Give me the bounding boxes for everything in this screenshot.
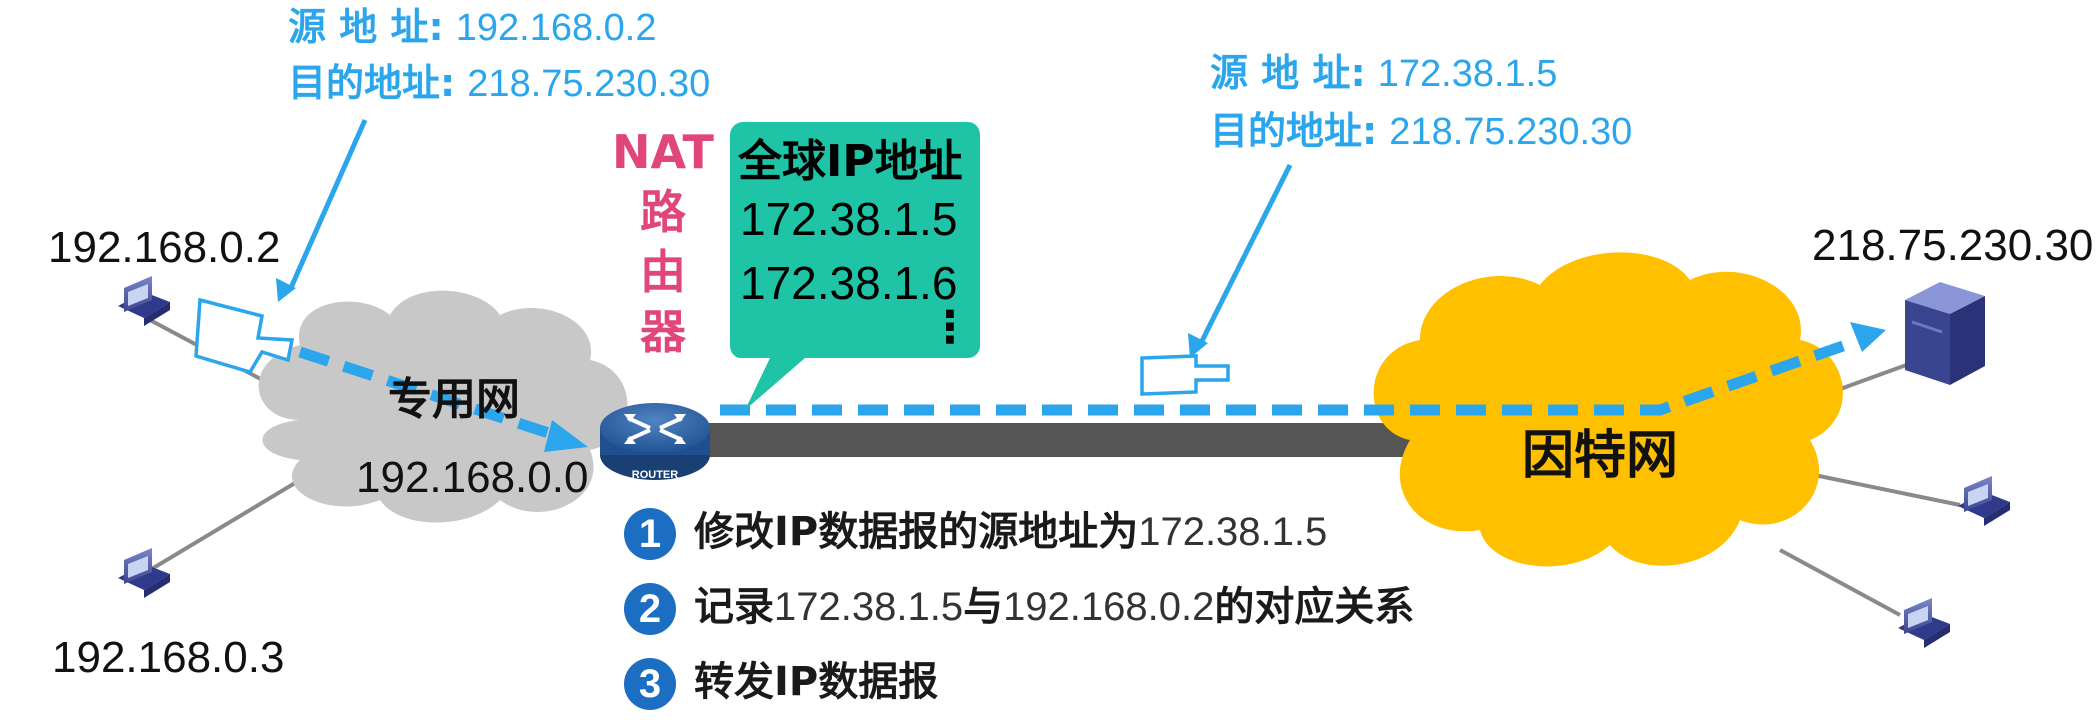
step-2-value-1: 172.38.1.5 bbox=[774, 585, 964, 629]
link-host-d bbox=[1779, 548, 1901, 617]
nat-label-line-1: NAT bbox=[612, 125, 714, 179]
packet-left-dst-row: 目的地址: 218.75.230.30 bbox=[288, 64, 710, 103]
packet-right-src-label: 源 地 址: bbox=[1210, 51, 1366, 95]
step-1-value: 172.38.1.5 bbox=[1138, 510, 1328, 554]
step-2-text-pre: 记录 bbox=[694, 584, 774, 630]
step-2-badge: 2 bbox=[624, 583, 676, 635]
nat-label-line-4: 器 bbox=[639, 305, 686, 359]
host-b-address: 192.168.0.3 bbox=[52, 633, 285, 682]
callout-arrow-left bbox=[287, 118, 368, 292]
step-3-text: 转发IP数据报 bbox=[694, 659, 939, 705]
packet-right-src-value: 172.38.1.5 bbox=[1377, 53, 1558, 95]
packet-path-public-arrowhead bbox=[1850, 322, 1886, 352]
packet-left-dst-value: 218.75.230.30 bbox=[467, 63, 711, 105]
private-network-name: 专用网 bbox=[388, 374, 520, 425]
packet-icon-right bbox=[1140, 354, 1230, 396]
host-a-address: 192.168.0.2 bbox=[48, 223, 281, 272]
server-address: 218.75.230.30 bbox=[1812, 221, 2094, 270]
packet-right-dst-row: 目的地址: 218.75.230.30 bbox=[1210, 112, 1632, 151]
step-3: 3 转发IP数据报 bbox=[624, 658, 938, 710]
pc-icon-host-b bbox=[118, 548, 170, 598]
nat-router-label: NAT 路 由 器 bbox=[612, 122, 714, 362]
packet-left-src-label: 源 地 址: bbox=[288, 5, 444, 49]
step-3-badge: 3 bbox=[624, 658, 676, 710]
step-1-text: 修改IP数据报的源地址为 bbox=[694, 509, 1139, 555]
step-1-badge: 1 bbox=[624, 508, 676, 560]
pc-icon-host-d bbox=[1898, 598, 1950, 648]
nat-label-line-2: 路 bbox=[639, 185, 686, 239]
step-2-text-mid: 与 bbox=[963, 584, 1004, 630]
wan-trunk-link bbox=[700, 423, 1420, 457]
pc-icon-host-c bbox=[1958, 476, 2010, 526]
global-ip-2: 172.38.1.6 bbox=[740, 257, 958, 309]
global-ip-title: 全球IP地址 bbox=[738, 136, 963, 187]
packet-left-src-value: 192.168.0.2 bbox=[455, 7, 657, 49]
packet-right-dst-value: 218.75.230.30 bbox=[1389, 111, 1633, 153]
step-2-text-post: 的对应关系 bbox=[1214, 584, 1415, 630]
packet-right-dst-label: 目的地址: bbox=[1210, 109, 1378, 153]
step-2: 2 记录172.38.1.5与192.168.0.2的对应关系 bbox=[624, 583, 1414, 635]
global-ip-1: 172.38.1.5 bbox=[740, 193, 958, 245]
callout-arrow-right bbox=[1197, 163, 1293, 347]
internet-name: 因特网 bbox=[1522, 426, 1679, 486]
router-label: ROUTER bbox=[632, 469, 679, 481]
packet-left-src-row: 源 地 址: 192.168.0.2 bbox=[288, 8, 657, 47]
pc-icon-host-a bbox=[118, 276, 170, 326]
server-icon bbox=[1905, 282, 1985, 385]
step-1: 1 修改IP数据报的源地址为172.38.1.5 bbox=[624, 508, 1327, 560]
router-icon: ROUTER bbox=[600, 403, 710, 481]
packet-left-dst-label: 目的地址: bbox=[288, 61, 456, 105]
private-network-address: 192.168.0.0 bbox=[356, 453, 589, 502]
global-ip-ellipsis: ⋮ bbox=[928, 302, 972, 353]
nat-label-line-3: 由 bbox=[639, 245, 686, 299]
step-2-value-2: 192.168.0.2 bbox=[1003, 585, 1215, 629]
link-host-b bbox=[148, 478, 302, 572]
packet-right-src-row: 源 地 址: 172.38.1.5 bbox=[1210, 54, 1557, 93]
